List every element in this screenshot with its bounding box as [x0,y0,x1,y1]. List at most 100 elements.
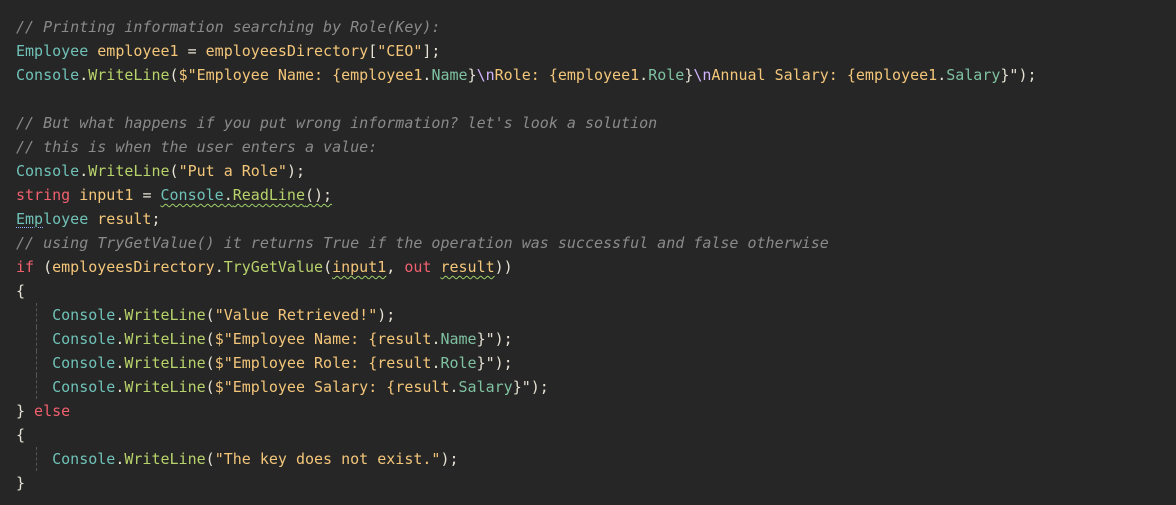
code-line[interactable]: Console. WriteLine($"Employee Salary: {re… [16,375,1176,399]
code-line[interactable]: // Printing information searching by Rol… [16,15,1176,39]
code-token: ( [205,306,215,324]
code-line[interactable]: } [16,471,1176,495]
code-token: . [79,162,89,180]
code-token: Console [16,354,116,372]
code-token: WriteLine [124,330,206,348]
code-token: result [377,354,432,372]
code-line[interactable]: if (employeesDirectory.TryGetValue(input… [16,255,1176,279]
code-line[interactable]: Employee employee1 = employeesDirectory[… [16,39,1176,63]
code-line[interactable]: string input1 = Console.ReadLine(); [16,183,1176,207]
code-token: }"); [1000,66,1037,84]
code-token: ); [286,162,305,180]
code-token: // Printing information searching by Rol… [16,18,441,36]
code-token: ; [151,210,161,228]
code-line[interactable]: Console.WriteLine($"Employee Role: {resu… [16,351,1176,375]
code-lines: // Printing information searching by Rol… [16,15,1176,495]
code-token: Console [16,450,116,468]
code-token: employeesDirectory [196,42,369,60]
code-token: \n [476,66,495,84]
indent-guide [36,447,37,471]
code-token: loyee [43,210,89,228]
code-token: Salary [458,378,513,396]
code-token: ( [205,330,215,348]
indent-guide [36,303,37,327]
code-token: } [16,474,26,492]
code-token: ( [169,162,179,180]
code-token: "Value Retrieved!" [214,306,378,324]
code-token: , [386,258,405,276]
code-token: Name [431,66,468,84]
code-token: // using TryGetValue() it returns True i… [16,234,829,252]
code-token: (); [305,186,333,204]
code-token: [ [368,42,378,60]
code-token: . [223,186,233,204]
code-editor[interactable]: // Printing information searching by Rol… [0,0,1176,505]
code-token: else [25,402,71,420]
code-token: . [937,66,947,84]
code-line[interactable]: Console.WriteLine($"Employee Name: {empl… [16,63,1176,87]
code-token: }"); [476,330,513,348]
code-token: $"Employee Role: { [214,354,378,372]
code-line[interactable]: // But what happens if you put wrong inf… [16,111,1176,135]
code-line[interactable]: Console.WriteLine("Put a Role"); [16,159,1176,183]
code-token: Console [16,162,80,180]
code-token: ReadLine [232,186,305,204]
code-token: ( [205,378,215,396]
code-token: WriteLine [88,66,170,84]
code-token: "Put a Role" [178,162,287,180]
code-token: ( [34,258,53,276]
indent-guide [36,327,37,351]
code-line[interactable] [16,87,1176,111]
code-token: result [377,330,432,348]
code-token: WriteLine [124,306,206,324]
code-token: WriteLine [124,378,206,396]
code-token: Console [160,186,224,204]
code-token: Role [440,354,477,372]
code-token: } [467,66,477,84]
code-token: Annual Salary: { [711,66,856,84]
code-line[interactable]: { [16,423,1176,447]
indent-guide [36,375,37,399]
code-token: . [79,66,89,84]
code-token: input1 [332,258,387,276]
code-token: employee1 [341,66,423,84]
code-line[interactable]: Console.WriteLine($"Employee Name: {resu… [16,327,1176,351]
code-token: Console [16,66,80,84]
code-line[interactable]: { [16,279,1176,303]
code-token: \n [693,66,712,84]
code-token: = [187,42,197,60]
code-token: employee1 [855,66,938,84]
code-line[interactable]: Console.WriteLine("Value Retrieved!"); [16,303,1176,327]
code-token: result [88,210,152,228]
code-token: WriteLine [124,450,206,468]
code-line[interactable]: } else [16,399,1176,423]
code-token: employee1 [88,42,188,60]
code-token: WriteLine [124,354,206,372]
code-line[interactable]: // this is when the user enters a value: [16,135,1176,159]
code-token: ( [323,258,333,276]
code-token: Employee [16,42,89,60]
code-token: $"Employee Name: { [214,330,378,348]
code-token: Emp [16,210,44,228]
code-token: if [16,258,35,276]
code-token: { [16,426,26,444]
code-token: "The key does not exist." [214,450,441,468]
code-token: ( [205,450,215,468]
code-token: Role [648,66,685,84]
code-token: { [16,282,26,300]
code-token: ]; [422,42,441,60]
code-token: employee1 [557,66,640,84]
code-token: Console [16,306,116,324]
code-token: // But what happens if you put wrong inf… [16,114,658,132]
code-token: Console [16,330,116,348]
code-token: Name [440,330,477,348]
code-token: Console [16,378,116,396]
code-token: Salary [946,66,1001,84]
code-token: employeesDirectory [52,258,215,276]
code-token: . [449,378,459,396]
code-token: ( [169,66,179,84]
code-token: result [440,258,495,276]
code-line[interactable]: Console.WriteLine("The key does not exis… [16,447,1176,471]
code-line[interactable]: // using TryGetValue() it returns True i… [16,231,1176,255]
code-line[interactable]: Employee result; [16,207,1176,231]
